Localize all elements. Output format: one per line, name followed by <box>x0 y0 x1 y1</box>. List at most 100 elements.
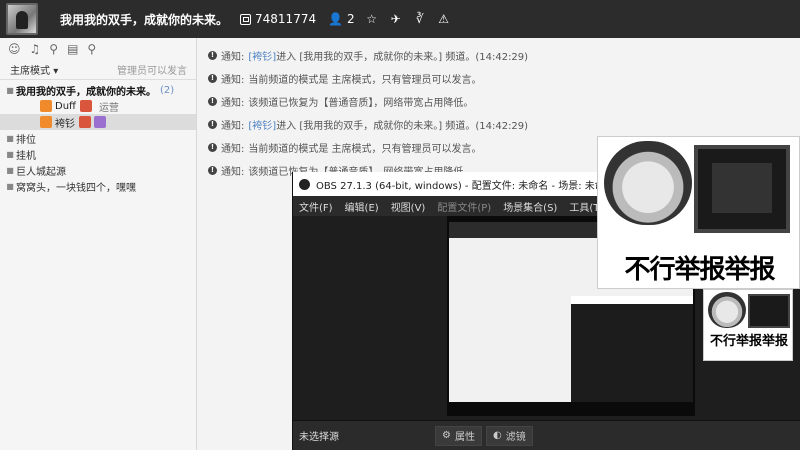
obs-logo-icon <box>299 178 310 190</box>
filter-icon: ◐ <box>492 430 502 441</box>
id-card-icon <box>240 13 252 25</box>
system-message: ! 通知: [袴钐] 进入 [我用我的双手，成就你的未来。] 频道。(14:42… <box>208 117 528 132</box>
menu-scene-collection[interactable]: 场景集合(S) <box>503 199 557 214</box>
message-prefix: 通知: <box>221 75 245 86</box>
channel-name: 巨人城起源 <box>16 166 66 178</box>
message-prefix: 通知: <box>221 167 245 178</box>
star-icon[interactable]: ☆ <box>365 12 379 26</box>
headset-icon[interactable]: ♫ <box>30 42 41 56</box>
channel-item[interactable]: ■ 排位 <box>0 130 196 146</box>
menu-view[interactable]: 视图(V) <box>391 199 426 214</box>
user-link[interactable]: [袴钐] <box>248 48 276 63</box>
obs-source-bar: 未选择源 ⚙ 属性 ◐ 滤镜 <box>293 420 800 450</box>
system-message: ! 通知: [袴钐] 进入 [我用我的双手，成就你的未来。] 频道。(14:42… <box>208 48 528 63</box>
tool-row: ☺ ♫ ⚲ ▤ ⚲ <box>0 38 196 60</box>
message-prefix: 通知: <box>221 144 245 155</box>
obs-title: OBS 27.1.3 (64-bit, windows) - 配置文件: 未命名… <box>316 180 615 192</box>
filters-button[interactable]: ◐ 滤镜 <box>485 425 533 446</box>
channel-name: 我用我的双手，成就你的未来。 <box>16 86 156 98</box>
system-message: ! 通知: 该频道已恢复为【普通音质】，网络带宽占用降低。 <box>208 94 473 109</box>
message-text: 当前频道的模式是 主席模式，只有管理员可以发言。 <box>248 144 482 155</box>
bullet-icon: ■ <box>6 165 14 175</box>
plane-icon[interactable]: ✈ <box>389 12 403 26</box>
channel-title: 我用我的双手，成就你的未来。 <box>60 12 229 27</box>
user-tag: 运营 <box>98 102 119 114</box>
channel-name: 挂机 <box>16 150 36 162</box>
role-badge-icon <box>40 116 52 128</box>
channel-id: 74811774 <box>240 12 316 26</box>
channel-item[interactable]: ■ 巨人城起源 <box>0 162 196 178</box>
message-text: 当前频道的模式是 主席模式，只有管理员可以发言。 <box>248 75 482 86</box>
info-icon: ! <box>208 143 217 152</box>
message-text: 进入 [我用我的双手，成就你的未来。] 频道。(14:42:29) <box>276 121 529 132</box>
message-prefix: 通知: <box>221 121 245 132</box>
meme-caption: 不行举报举报 <box>624 255 775 285</box>
location-icon[interactable]: ⚲ <box>49 42 58 56</box>
channel-tree: ■ 我用我的双手，成就你的未来。 (2) Duff 运营 袴钐 ■ 排位 ■ 挂… <box>0 80 196 194</box>
meme-caption: 不行举报举报 <box>709 334 788 349</box>
user-count: 👤 2 <box>328 12 355 26</box>
system-message: ! 通知: 当前频道的模式是 主席模式，只有管理员可以发言。 <box>208 71 482 86</box>
user-icon[interactable]: ☺ <box>8 42 21 56</box>
mode-dropdown[interactable]: 主席模式 ▾ <box>10 62 58 77</box>
vip-badge-icon <box>79 100 92 112</box>
filters-label: 滤镜 <box>505 432 526 443</box>
info-icon: ! <box>208 51 217 60</box>
bullet-icon: ■ <box>6 149 14 159</box>
alert-icon[interactable]: ⚠ <box>437 12 451 26</box>
message-prefix: 通知: <box>221 98 245 109</box>
user-link[interactable]: [袴钐] <box>248 117 276 132</box>
channel-panel: ☺ ♫ ⚲ ▤ ⚲ 主席模式 ▾ 管理员可以发言 ■ 我用我的双手，成就你的未来… <box>0 38 197 450</box>
info-icon: ! <box>208 120 217 129</box>
collapse-icon[interactable]: ■ <box>4 86 16 95</box>
menu-edit[interactable]: 编辑(E) <box>345 199 379 214</box>
channel-item[interactable]: ■ 挂机 <box>0 146 196 162</box>
preview-nested-title <box>571 296 693 304</box>
chevron-down-icon: ▾ <box>53 66 59 77</box>
info-icon: ! <box>208 166 217 175</box>
user-item-selected[interactable]: 袴钐 <box>0 114 196 130</box>
meme-sticker-small: 不行举报举报 <box>703 289 793 361</box>
clipboard-icon[interactable]: ▤ <box>67 42 78 56</box>
role-badge-icon <box>40 100 52 112</box>
meme-sticker-large: 不行举报举报 <box>597 136 800 289</box>
menu-profile[interactable]: 配置文件(P) <box>437 199 491 214</box>
mode-label: 主席模式 <box>10 66 50 77</box>
user-count-value: 2 <box>347 12 355 26</box>
message-prefix: 通知: <box>221 52 245 63</box>
search-icon[interactable]: ⚲ <box>87 42 96 56</box>
channel-name: 排位 <box>16 134 36 146</box>
message-text: 该频道已恢复为【普通音质】，网络带宽占用降低。 <box>248 98 474 109</box>
system-message: ! 通知: 当前频道的模式是 主席模式，只有管理员可以发言。 <box>208 140 482 155</box>
device-badge-icon <box>94 116 106 128</box>
user-item-duff[interactable]: Duff 运营 <box>0 98 196 114</box>
app-window: 我用我的双手，成就你的未来。 74811774 👤 2 ☆ ✈ ∛ ⚠ ☺ ♫ … <box>0 0 800 450</box>
channel-count: (2) <box>160 84 175 96</box>
preview-nested-obs <box>571 296 693 402</box>
top-bar: 我用我的双手，成就你的未来。 74811774 👤 2 ☆ ✈ ∛ ⚠ <box>0 0 800 38</box>
properties-button[interactable]: ⚙ 属性 <box>435 425 482 446</box>
user-name: 袴钐 <box>55 118 75 130</box>
gear-icon: ⚙ <box>442 430 451 441</box>
user-icon: 👤 <box>328 12 344 26</box>
menu-file[interactable]: 文件(F) <box>299 199 333 214</box>
avatar[interactable] <box>6 3 38 35</box>
monitor-icon <box>748 294 790 328</box>
message-text: 进入 [我用我的双手，成就你的未来。] 频道。(14:42:29) <box>276 52 529 63</box>
channel-item[interactable]: ■ 窝窝头，一块钱四个，嘿嘿 <box>0 178 196 194</box>
vip-badge-icon <box>79 116 91 128</box>
mode-row: 主席模式 ▾ 管理员可以发言 <box>0 60 196 80</box>
mode-hint: 管理员可以发言 <box>117 66 187 77</box>
bullet-icon: ■ <box>6 133 14 143</box>
bullet-icon: ■ <box>6 181 14 191</box>
channel-id-value: 74811774 <box>255 12 317 26</box>
no-source-label: 未选择源 <box>299 432 339 443</box>
panda-face-icon <box>708 292 746 328</box>
share-icon[interactable]: ∛ <box>413 12 427 26</box>
channel-item-main[interactable]: ■ 我用我的双手，成就你的未来。 (2) <box>0 82 196 98</box>
properties-label: 属性 <box>454 432 475 443</box>
info-icon: ! <box>208 97 217 106</box>
info-icon: ! <box>208 74 217 83</box>
user-name: Duff <box>55 100 76 112</box>
channel-name: 窝窝头，一块钱四个，嘿嘿 <box>16 182 136 194</box>
